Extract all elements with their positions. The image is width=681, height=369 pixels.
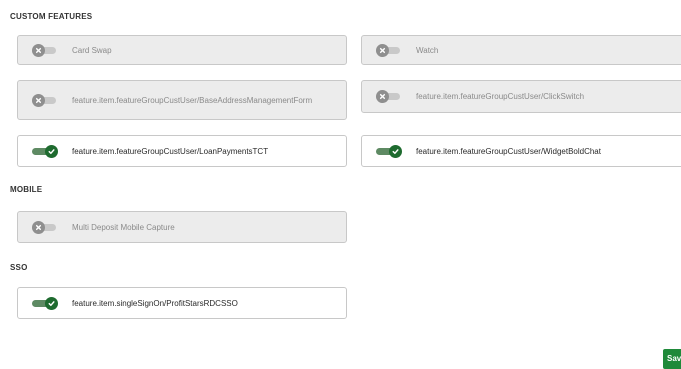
section-title-sso: SSO	[10, 263, 28, 272]
toggle-loan-payments[interactable]	[32, 144, 58, 158]
feature-label: Watch	[416, 45, 439, 55]
feature-card-base-address: feature.item.featureGroupCustUser/BaseAd…	[17, 80, 347, 120]
section-title-custom-features: CUSTOM FEATURES	[10, 12, 93, 21]
x-icon	[32, 43, 45, 57]
feature-card-widget-bold-chat: feature.item.featureGroupCustUser/Widget…	[361, 135, 681, 167]
feature-label: Card Swap	[72, 45, 112, 55]
checkmark-icon	[45, 144, 58, 158]
save-button[interactable]: Save	[663, 349, 681, 369]
feature-card-loan-payments: feature.item.featureGroupCustUser/LoanPa…	[17, 135, 347, 167]
toggle-profitstars-sso[interactable]	[32, 296, 58, 310]
toggle-click-switch[interactable]	[376, 90, 402, 103]
feature-label: feature.item.singleSignOn/ProfitStarsRDC…	[72, 298, 238, 308]
x-icon	[32, 220, 45, 234]
toggle-watch[interactable]	[376, 43, 402, 57]
toggle-card-swap[interactable]	[32, 43, 58, 57]
feature-label: Multi Deposit Mobile Capture	[72, 222, 175, 232]
x-icon	[376, 90, 389, 103]
feature-label: feature.item.featureGroupCustUser/Widget…	[416, 146, 601, 156]
checkmark-icon	[45, 296, 58, 310]
toggle-base-address[interactable]	[32, 93, 58, 107]
x-icon	[32, 93, 45, 107]
x-icon	[376, 43, 389, 57]
toggle-widget-bold-chat[interactable]	[376, 144, 402, 158]
feature-card-profitstars-sso: feature.item.singleSignOn/ProfitStarsRDC…	[17, 287, 347, 319]
toggle-multi-deposit[interactable]	[32, 220, 58, 234]
feature-card-watch: Watch	[361, 35, 681, 65]
feature-card-card-swap: Card Swap	[17, 35, 347, 65]
feature-label: feature.item.featureGroupCustUser/ClickS…	[416, 92, 585, 101]
section-title-mobile: MOBILE	[10, 185, 43, 194]
feature-label: feature.item.featureGroupCustUser/LoanPa…	[72, 146, 269, 156]
feature-card-click-switch: feature.item.featureGroupCustUser/ClickS…	[361, 80, 681, 113]
feature-label: feature.item.featureGroupCustUser/BaseAd…	[72, 95, 313, 105]
feature-card-multi-deposit: Multi Deposit Mobile Capture	[17, 211, 347, 243]
checkmark-icon	[389, 144, 402, 158]
